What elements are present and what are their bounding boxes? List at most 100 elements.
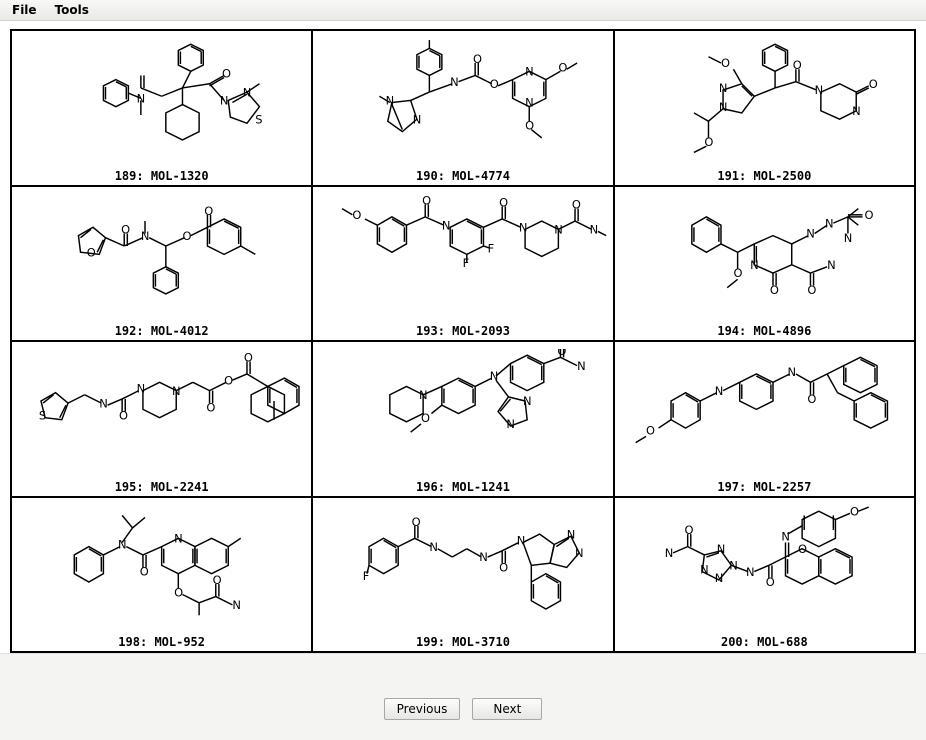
molecule-cell[interactable]: F O N N O N [312, 497, 613, 653]
molecule-structure: S N O N N [16, 346, 307, 478]
svg-text:N: N [507, 417, 516, 431]
molecule-caption: 193: MOL-2093 [416, 322, 510, 338]
svg-text:O: O [770, 283, 779, 297]
molecule-cell[interactable]: N O N N N N N O [614, 497, 915, 653]
svg-text:O: O [490, 77, 499, 91]
molecule-structure: O O N O [16, 191, 307, 323]
svg-text:N: N [827, 258, 836, 272]
svg-text:N: N [442, 218, 451, 232]
menu-file[interactable]: File [4, 1, 45, 19]
menu-tools[interactable]: Tools [47, 1, 97, 19]
svg-text:N: N [746, 565, 755, 579]
svg-text:N: N [137, 382, 146, 396]
svg-text:N: N [852, 104, 861, 118]
svg-text:O: O [807, 392, 816, 406]
svg-text:O: O [421, 411, 430, 425]
svg-text:O: O [868, 77, 877, 91]
molecule-cell[interactable]: O O N F F [312, 186, 613, 342]
svg-text:N: N [523, 395, 532, 409]
svg-text:O: O [765, 575, 774, 589]
molecule-caption: 197: MOL-2257 [717, 478, 811, 494]
menubar: File Tools [0, 0, 926, 21]
svg-text:O: O [850, 505, 859, 518]
svg-text:O: O [572, 197, 581, 211]
svg-text:O: O [182, 229, 191, 243]
molecule-structure: N O N N N [317, 346, 608, 478]
svg-text:O: O [798, 542, 807, 556]
molecule-caption: 194: MOL-4896 [717, 322, 811, 338]
svg-text:O: O [204, 204, 213, 218]
svg-text:S: S [255, 113, 262, 127]
svg-text:O: O [733, 266, 742, 280]
svg-text:N: N [806, 227, 815, 241]
molecule-caption: 200: MOL-688 [721, 633, 808, 649]
svg-text:N: N [590, 222, 599, 236]
molecule-caption: 199: MOL-3710 [416, 633, 510, 649]
svg-text:N: N [664, 546, 673, 560]
svg-text:O: O [864, 208, 873, 222]
molecule-structure: O O N F F [317, 191, 608, 323]
svg-text:N: N [825, 216, 834, 230]
molecule-structure: N O N O [16, 502, 307, 634]
svg-text:O: O [121, 222, 130, 236]
svg-text:N: N [714, 571, 723, 585]
svg-text:N: N [232, 598, 241, 612]
molecule-caption: 192: MOL-4012 [115, 322, 209, 338]
molecule-cell[interactable]: N O N N N [312, 341, 613, 497]
svg-text:N: N [714, 384, 723, 398]
svg-text:O: O [499, 560, 508, 574]
molecule-cell[interactable]: N N N O O N N [312, 30, 613, 186]
svg-text:O: O [224, 374, 233, 388]
molecule-caption: 198: MOL-952 [118, 633, 205, 649]
molecule-cell[interactable]: O N O O N N N [614, 186, 915, 342]
svg-text:N: N [430, 540, 439, 554]
svg-text:O: O [213, 573, 222, 587]
svg-text:O: O [422, 194, 431, 207]
molecule-structure: O N N O [619, 346, 910, 478]
svg-text:O: O [558, 349, 567, 358]
molecule-structure: N O N N N N N O [619, 502, 910, 634]
svg-text:O: O [412, 515, 421, 529]
molecule-cell[interactable]: O N N O N N O [614, 30, 915, 186]
footer-nav: Previous Next [0, 653, 926, 733]
svg-text:O: O [222, 67, 231, 81]
svg-text:N: N [700, 562, 709, 576]
molecule-cell[interactable]: O N N O [614, 341, 915, 497]
svg-text:F: F [363, 569, 370, 583]
svg-text:O: O [244, 351, 253, 365]
svg-text:O: O [174, 585, 183, 599]
svg-text:O: O [721, 56, 730, 70]
molecule-grid-area: N O N S N [0, 21, 926, 653]
svg-text:N: N [575, 546, 584, 560]
svg-text:N: N [577, 359, 586, 373]
molecule-structure: O N O O N N N [619, 191, 910, 323]
svg-text:O: O [119, 409, 128, 423]
molecule-caption: 190: MOL-4774 [416, 167, 510, 183]
svg-text:O: O [140, 565, 149, 579]
svg-text:N: N [519, 220, 528, 234]
svg-text:N: N [220, 94, 229, 108]
svg-text:N: N [843, 231, 852, 245]
molecule-cell[interactable]: O O N O [11, 186, 312, 342]
svg-text:S: S [39, 409, 46, 423]
svg-text:N: N [814, 83, 823, 97]
svg-text:N: N [413, 113, 422, 127]
molecule-caption: 196: MOL-1241 [416, 478, 510, 494]
molecule-cell[interactable]: N O N S N [11, 30, 312, 186]
svg-text:O: O [792, 59, 801, 73]
svg-text:N: N [719, 81, 728, 95]
svg-text:N: N [118, 538, 127, 552]
svg-text:O: O [559, 61, 568, 75]
svg-text:O: O [646, 424, 655, 438]
molecule-cell[interactable]: N O N O [11, 497, 312, 653]
svg-text:N: N [480, 550, 489, 564]
svg-text:O: O [499, 195, 508, 209]
next-button[interactable]: Next [472, 698, 542, 720]
molecule-grid: N O N S N [10, 29, 916, 653]
svg-text:N: N [750, 258, 759, 272]
molecule-caption: 189: MOL-1320 [115, 167, 209, 183]
molecule-caption: 191: MOL-2500 [717, 167, 811, 183]
previous-button[interactable]: Previous [384, 698, 461, 720]
molecule-cell[interactable]: S N O N N [11, 341, 312, 497]
svg-text:N: N [787, 365, 796, 379]
